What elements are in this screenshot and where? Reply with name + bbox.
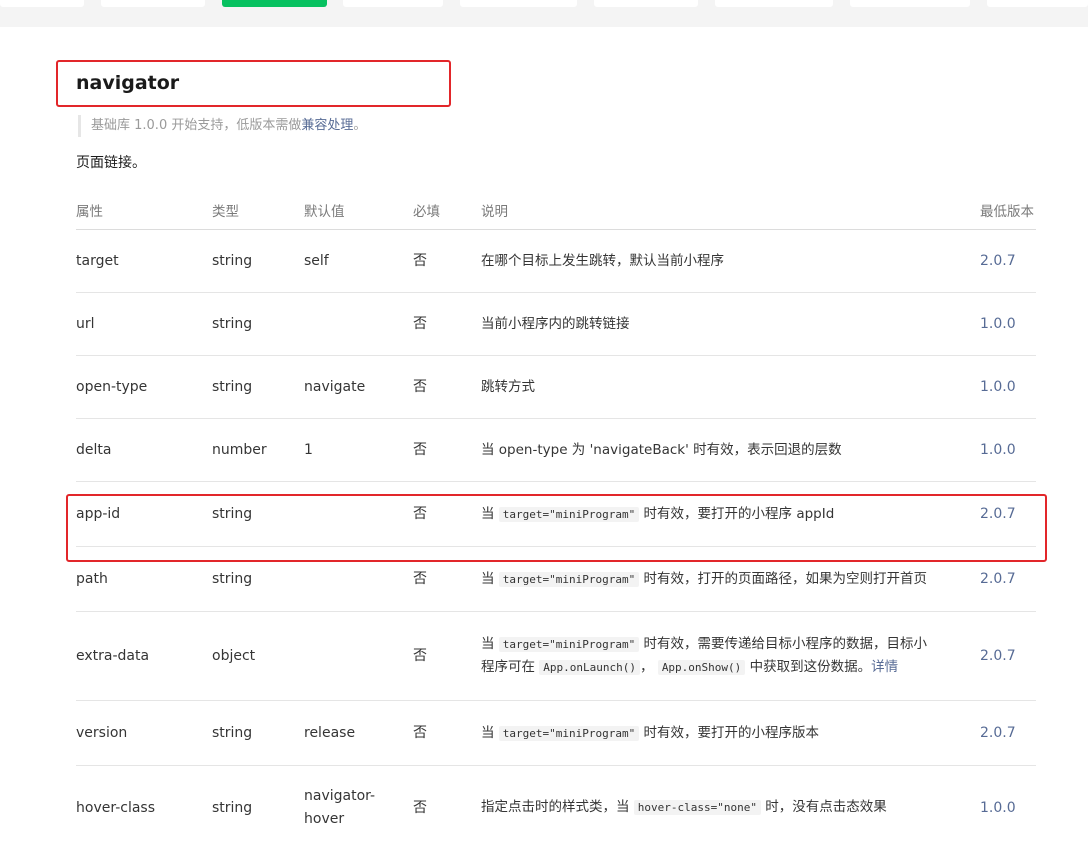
cell-default: navigate (304, 379, 366, 395)
cell-type: string (212, 316, 253, 332)
cell-attr: version (76, 725, 128, 741)
row-divider (76, 765, 1036, 766)
cell-required: 否 (413, 571, 427, 587)
cell-required: 否 (413, 316, 427, 332)
cell-attr: url (76, 316, 95, 332)
cell-version: 2.0.7 (980, 571, 1016, 587)
code-snippet: hover-class="none" (633, 800, 762, 815)
desc-line-1: 当 target="miniProgram" 时有效，需要传递给目标小程序的数据… (481, 633, 927, 656)
cell-required: 否 (413, 648, 427, 664)
cell-type: object (212, 648, 256, 664)
row-divider (76, 355, 1036, 356)
top-tab-bar (0, 0, 1088, 27)
desc-text: 当 (481, 571, 499, 587)
code-snippet: App.onLaunch() (539, 660, 641, 675)
desc-text: 时，没有点击态效果 (761, 799, 887, 815)
desc-text: 时有效，需要传递给目标小程序的数据，目标小 (639, 636, 928, 652)
cell-version: 2.0.7 (980, 648, 1016, 664)
desc-text: 时有效，打开的页面路径，如果为空则打开首页 (639, 571, 928, 587)
desc-text: 指定点击时的样式类，当 (481, 799, 634, 815)
cell-default: 1 (304, 442, 313, 458)
desc-text: ， (640, 659, 658, 675)
cell-desc: 当 open-type 为 'navigateBack' 时有效，表示回退的层数 (481, 442, 842, 458)
cell-desc: 在哪个目标上发生跳转，默认当前小程序 (481, 253, 724, 269)
header-type: 类型 (212, 204, 239, 220)
desc-text: 程序可在 (481, 659, 540, 675)
highlight-box-title (56, 60, 451, 107)
cell-desc: 当 target="miniProgram" 时有效，要打开的小程序版本 (481, 722, 819, 745)
cell-type: string (212, 725, 253, 741)
desc-text: 当 (481, 725, 499, 741)
row-divider (76, 418, 1036, 419)
desc-text: 时有效，要打开的小程序版本 (639, 725, 820, 741)
top-tab[interactable] (987, 0, 1088, 7)
top-tab[interactable] (594, 0, 698, 7)
cell-attr: extra-data (76, 648, 150, 664)
cell-attr: delta (76, 442, 112, 458)
default-line-2: hover (304, 811, 345, 827)
note-suffix: 。 (353, 118, 367, 133)
default-line-1: navigator- (304, 788, 376, 804)
cell-required: 否 (413, 800, 427, 816)
top-tab[interactable] (460, 0, 577, 7)
highlight-box-app-id-row (66, 494, 1047, 562)
cell-type: string (212, 800, 253, 816)
header-divider (76, 229, 1036, 230)
compat-link[interactable]: 兼容处理 (301, 118, 353, 133)
cell-version: 1.0.0 (980, 800, 1016, 816)
top-tab[interactable] (715, 0, 833, 7)
row-divider (76, 700, 1036, 701)
row-divider (76, 611, 1036, 612)
cell-attr: open-type (76, 379, 148, 395)
code-snippet: target="miniProgram" (498, 726, 640, 741)
cell-required: 否 (413, 442, 427, 458)
code-snippet: App.onShow() (657, 660, 746, 675)
header-attr: 属性 (76, 204, 103, 220)
cell-version: 2.0.7 (980, 725, 1016, 741)
cell-version: 1.0.0 (980, 316, 1016, 332)
desc-text: 中获取到这份数据。 (745, 659, 872, 675)
cell-required: 否 (413, 725, 427, 741)
header-required: 必填 (413, 204, 440, 220)
cell-version: 2.0.7 (980, 253, 1016, 269)
cell-default: self (304, 253, 329, 269)
cell-attr: target (76, 253, 119, 269)
header-desc: 说明 (481, 204, 508, 220)
cell-type: string (212, 253, 253, 269)
cell-default: navigator-hover (304, 785, 375, 831)
header-default: 默认值 (304, 204, 345, 220)
cell-desc: 指定点击时的样式类，当 hover-class="none" 时，没有点击态效果 (481, 796, 887, 819)
row-divider (76, 292, 1036, 293)
cell-desc: 当 target="miniProgram" 时有效，需要传递给目标小程序的数据… (481, 633, 927, 679)
support-note: 基础库 1.0.0 开始支持，低版本需做兼容处理。 (78, 115, 366, 137)
cell-desc: 跳转方式 (481, 379, 535, 395)
cell-required: 否 (413, 253, 427, 269)
cell-desc: 当 target="miniProgram" 时有效，打开的页面路径，如果为空则… (481, 568, 927, 591)
top-tab[interactable] (0, 0, 84, 7)
cell-desc: 当前小程序内的跳转链接 (481, 316, 630, 332)
top-tab[interactable] (101, 0, 205, 7)
desc-text: 当 (481, 636, 499, 652)
component-description: 页面链接。 (76, 155, 146, 171)
cell-attr: hover-class (76, 800, 156, 816)
cell-required: 否 (413, 379, 427, 395)
desc-line-2: 程序可在 App.onLaunch()， App.onShow() 中获取到这份… (481, 656, 927, 679)
header-version: 最低版本 (980, 204, 1034, 220)
cell-type: number (212, 442, 267, 458)
details-link[interactable]: 详情 (871, 659, 898, 675)
note-prefix: 基础库 1.0.0 开始支持，低版本需做 (91, 118, 302, 133)
cell-type: string (212, 379, 253, 395)
code-snippet: target="miniProgram" (498, 637, 640, 652)
cell-attr: path (76, 571, 108, 587)
code-snippet: target="miniProgram" (498, 572, 640, 587)
cell-version: 1.0.0 (980, 442, 1016, 458)
cell-type: string (212, 571, 253, 587)
row-divider (76, 481, 1036, 482)
cell-version: 1.0.0 (980, 379, 1016, 395)
top-tab-active[interactable] (222, 0, 327, 7)
cell-default: release (304, 725, 356, 741)
top-tab[interactable] (343, 0, 443, 7)
top-tab[interactable] (850, 0, 970, 7)
